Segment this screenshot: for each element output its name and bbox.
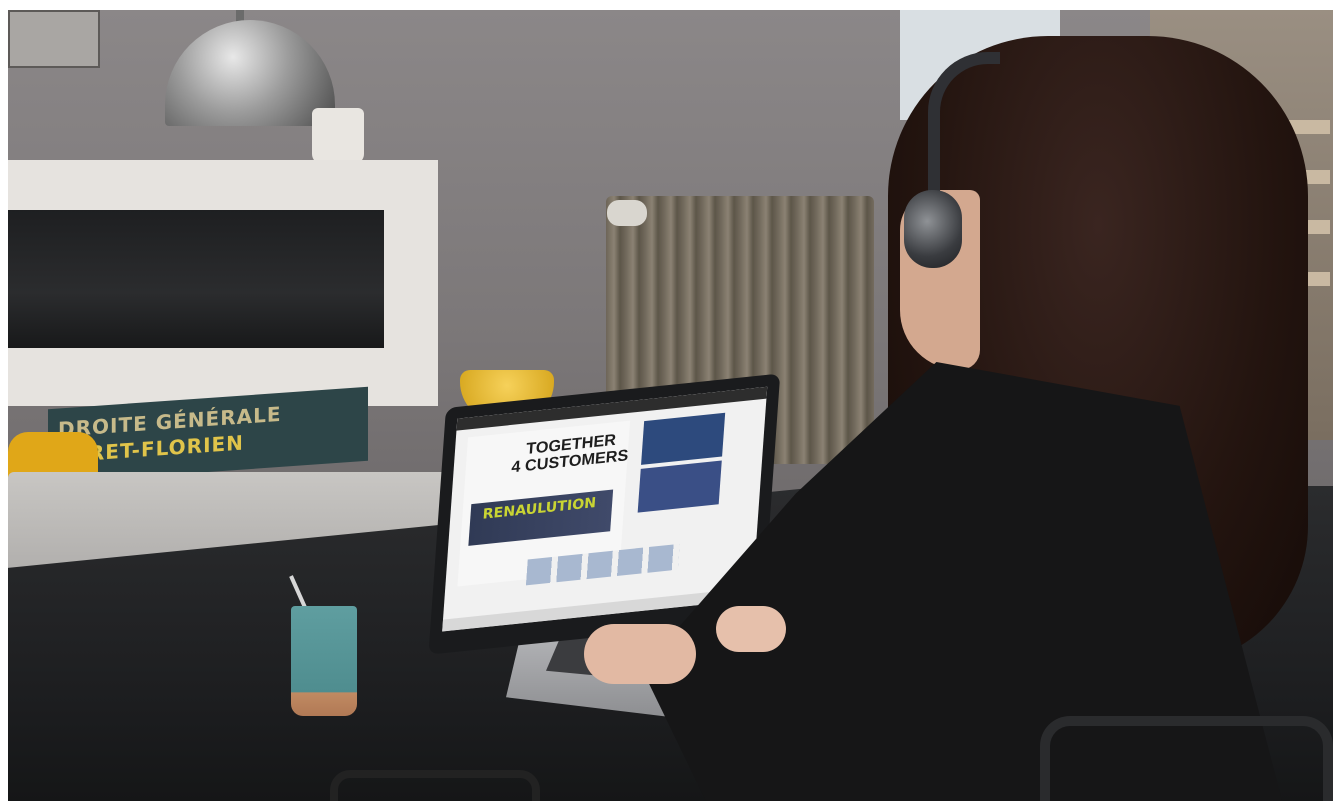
photo-scene: DROITE GÉNÉRALE BERET-FLORIEN TOGETHER 4… (0, 0, 1333, 801)
radiator-valve (607, 200, 647, 226)
headphone-earcup (904, 190, 962, 268)
fireplace-glass (8, 210, 384, 348)
chair-back (1040, 716, 1333, 801)
right-hand (716, 606, 786, 652)
left-hand (584, 624, 696, 684)
news-card (637, 460, 722, 513)
ceramic-cup (291, 606, 357, 716)
news-card (641, 412, 726, 465)
wall-frame (8, 10, 100, 68)
vase (312, 108, 364, 164)
chair-back (330, 770, 540, 801)
